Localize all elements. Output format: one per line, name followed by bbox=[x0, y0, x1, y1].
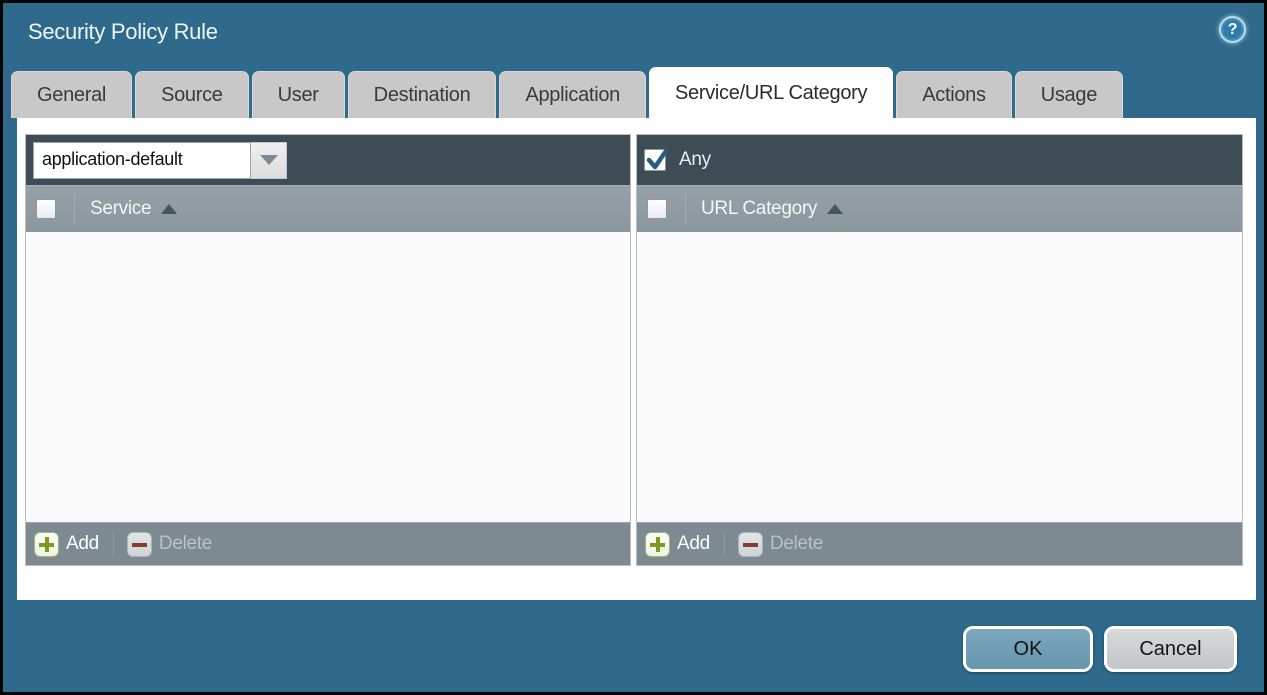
url-category-panel-header: Any bbox=[637, 135, 1242, 185]
service-delete-button[interactable]: Delete bbox=[127, 532, 212, 557]
column-divider bbox=[74, 192, 75, 226]
service-select-all-checkbox[interactable] bbox=[36, 199, 56, 219]
service-type-dropdown-value[interactable]: application-default bbox=[33, 142, 251, 179]
url-category-add-button[interactable]: Add bbox=[645, 532, 710, 557]
tab-user[interactable]: User bbox=[252, 71, 345, 118]
minus-icon bbox=[127, 532, 152, 557]
minus-icon bbox=[738, 532, 763, 557]
tab-bar: General Source User Destination Applicat… bbox=[11, 67, 1123, 118]
sort-ascending-icon bbox=[161, 204, 177, 214]
service-panel-footer: Add Delete bbox=[26, 522, 630, 565]
service-add-label: Add bbox=[66, 533, 99, 555]
tab-usage[interactable]: Usage bbox=[1015, 71, 1123, 118]
plus-icon bbox=[645, 532, 670, 557]
url-category-select-all-checkbox[interactable] bbox=[647, 199, 667, 219]
plus-icon bbox=[34, 532, 59, 557]
column-divider bbox=[685, 192, 686, 226]
tab-actions[interactable]: Actions bbox=[896, 71, 1012, 118]
footer-divider bbox=[113, 531, 114, 557]
service-list-empty[interactable] bbox=[26, 232, 630, 522]
url-category-panel: Any URL Category Add Delete bbox=[636, 134, 1243, 566]
tab-general[interactable]: General bbox=[11, 71, 132, 118]
security-policy-rule-dialog: Security Policy Rule ? General Source Us… bbox=[0, 0, 1267, 695]
url-category-panel-footer: Add Delete bbox=[637, 522, 1242, 565]
url-category-delete-label: Delete bbox=[770, 533, 823, 555]
service-type-dropdown-button[interactable] bbox=[251, 142, 287, 179]
any-checkbox[interactable] bbox=[644, 149, 666, 171]
url-category-add-label: Add bbox=[677, 533, 710, 555]
cancel-button[interactable]: Cancel bbox=[1104, 626, 1237, 672]
any-label: Any bbox=[679, 149, 711, 171]
tab-source[interactable]: Source bbox=[135, 71, 249, 118]
help-icon[interactable]: ? bbox=[1219, 16, 1246, 43]
checkmark-icon bbox=[644, 147, 670, 173]
service-panel-header: application-default bbox=[26, 135, 630, 185]
dialog-title: Security Policy Rule bbox=[28, 19, 218, 45]
tab-application[interactable]: Application bbox=[499, 71, 646, 118]
service-column-title: Service bbox=[90, 198, 151, 220]
footer-divider bbox=[724, 531, 725, 557]
service-panel: application-default Service Add bbox=[25, 134, 631, 566]
service-type-dropdown[interactable]: application-default bbox=[33, 142, 287, 179]
tab-destination[interactable]: Destination bbox=[348, 71, 497, 118]
tab-content-area: application-default Service Add bbox=[17, 118, 1256, 600]
sort-ascending-icon bbox=[827, 204, 843, 214]
chevron-down-icon bbox=[260, 155, 278, 165]
tab-service-url-category[interactable]: Service/URL Category bbox=[649, 67, 893, 118]
service-column-header[interactable]: Service bbox=[26, 185, 630, 232]
ok-button[interactable]: OK bbox=[963, 626, 1093, 672]
service-add-button[interactable]: Add bbox=[34, 532, 99, 557]
service-delete-label: Delete bbox=[159, 533, 212, 555]
url-category-column-title: URL Category bbox=[701, 198, 817, 220]
url-category-delete-button[interactable]: Delete bbox=[738, 532, 823, 557]
url-category-list-empty[interactable] bbox=[637, 232, 1242, 522]
dialog-titlebar: Security Policy Rule ? bbox=[3, 3, 1264, 65]
url-category-column-header[interactable]: URL Category bbox=[637, 185, 1242, 232]
